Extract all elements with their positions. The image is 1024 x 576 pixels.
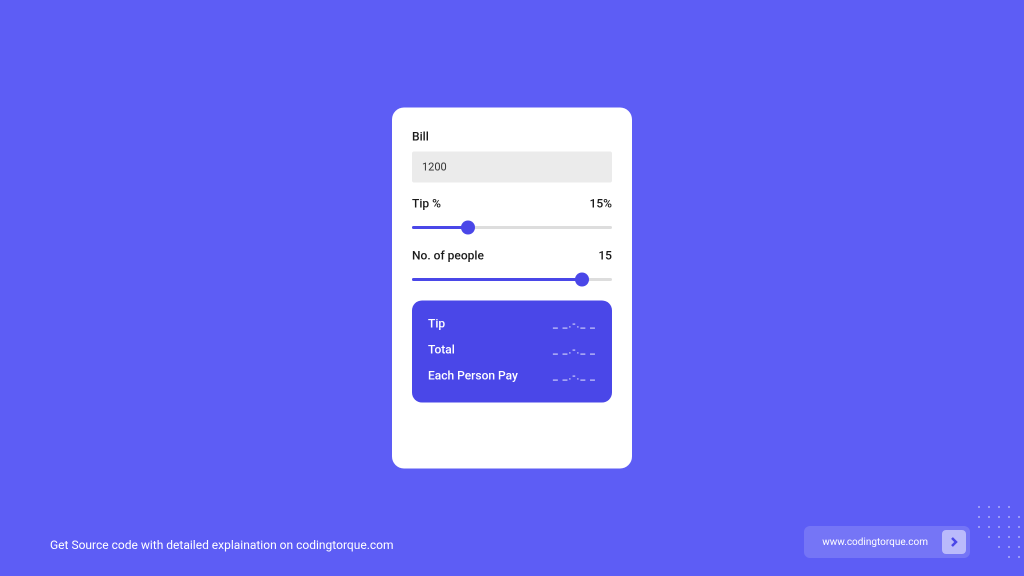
tip-value: 15%: [590, 197, 612, 211]
result-row-tip: Tip _ _.-._ _: [428, 317, 596, 331]
people-slider-header: No. of people 15: [412, 249, 612, 263]
result-row-total: Total _ _.-._ _: [428, 343, 596, 357]
result-total-label: Total: [428, 343, 455, 357]
footer-text: Get Source code with detailed explainati…: [50, 538, 394, 552]
bill-input[interactable]: [412, 152, 612, 183]
tip-calculator-card: Bill Tip % 15% No. of people 15 Tip _ _.…: [392, 108, 632, 469]
result-total-value: _ _.-._ _: [553, 343, 596, 356]
tip-slider-thumb[interactable]: [461, 221, 475, 235]
results-panel: Tip _ _.-._ _ Total _ _.-._ _ Each Perso…: [412, 301, 612, 403]
people-label: No. of people: [412, 249, 484, 263]
bill-label: Bill: [412, 130, 612, 144]
people-slider-thumb[interactable]: [575, 273, 589, 287]
tip-label: Tip %: [412, 197, 441, 211]
tip-slider[interactable]: [412, 221, 612, 235]
result-each-label: Each Person Pay: [428, 369, 518, 383]
people-slider[interactable]: [412, 273, 612, 287]
tip-slider-header: Tip % 15%: [412, 197, 612, 211]
people-value: 15: [598, 249, 612, 263]
result-tip-label: Tip: [428, 317, 445, 331]
footer-link-label: www.codingtorque.com: [808, 531, 942, 554]
decorative-dots: [944, 496, 1024, 576]
result-row-each: Each Person Pay _ _.-._ _: [428, 369, 596, 383]
result-each-value: _ _.-._ _: [553, 369, 596, 382]
result-tip-value: _ _.-._ _: [553, 317, 596, 330]
